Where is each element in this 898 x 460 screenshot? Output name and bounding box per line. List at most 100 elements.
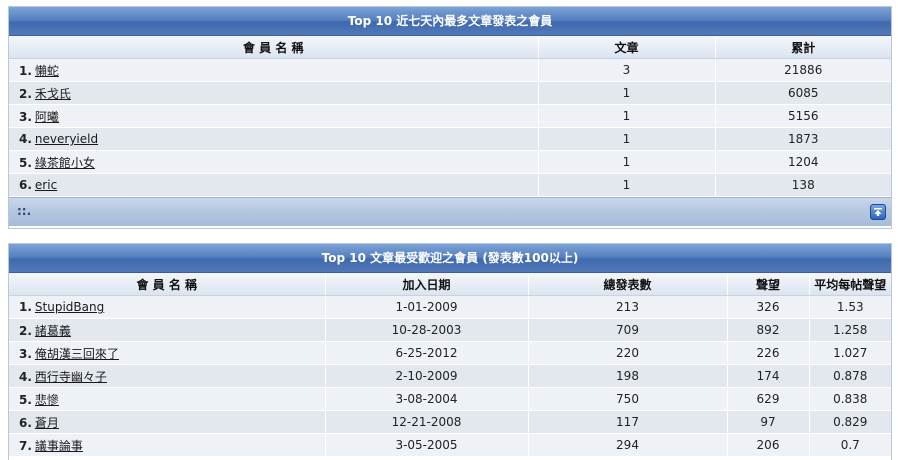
total-posts-cell: 294: [528, 433, 728, 457]
total-posts-cell: 709: [528, 318, 728, 342]
articles-count-cell: 1: [538, 127, 716, 151]
reputation-cell: 206: [727, 433, 810, 457]
reputation-cell: 629: [727, 387, 810, 411]
join-date-cell: 3-05-2005: [325, 433, 529, 457]
avg-reputation-cell: 0.838: [809, 387, 891, 411]
panel-title: Top 10 近七天內最多文章發表之會員: [9, 7, 891, 36]
member-link[interactable]: 綠茶館小女: [35, 156, 95, 170]
table-row: 4. neveryield 1 1873: [9, 127, 891, 151]
table-row: 3. 俺胡漢三回來了 6-25-2012 220 226 1.027: [9, 341, 891, 365]
member-name-cell: 3. 阿曦: [9, 104, 539, 128]
panel-footer: ::.: [9, 197, 891, 226]
total-count-cell: 5156: [715, 104, 891, 128]
member-name-cell: 6. 蒼月: [9, 410, 326, 434]
articles-count-cell: 1: [538, 150, 716, 174]
member-link[interactable]: 議事論事: [35, 439, 83, 453]
avg-reputation-cell: 0.878: [809, 364, 891, 388]
rank-number: 6.: [19, 415, 32, 430]
join-date-cell: 12-21-2008: [325, 410, 529, 434]
avg-reputation-cell: 1.027: [809, 341, 891, 365]
column-header-articles: 文章: [538, 36, 716, 59]
total-count-cell: 1204: [715, 150, 891, 174]
member-link[interactable]: 諸葛義: [35, 324, 71, 338]
column-header-avg-reputation: 平均每帖聲望: [809, 273, 891, 296]
rank-number: 4.: [19, 132, 32, 146]
rank-number: 2.: [19, 323, 32, 338]
member-name-cell: 1. StupidBang: [9, 295, 326, 319]
rank-number: 3.: [19, 109, 32, 124]
member-name-cell: 7. 議事論事: [9, 433, 326, 457]
reputation-cell: 326: [727, 295, 810, 319]
reputation-cell: 97: [727, 410, 810, 434]
member-link[interactable]: 阿曦: [35, 110, 59, 124]
panel-title: Top 10 文章最受歡迎之會員 (發表數100以上): [9, 244, 891, 273]
member-name-cell: 2. 禾戈氏: [9, 81, 539, 105]
table-row: 2. 諸葛義 10-28-2003 709 892 1.258: [9, 318, 891, 342]
total-posts-cell: 750: [528, 387, 728, 411]
total-posts-cell: 117: [528, 410, 728, 434]
member-link[interactable]: eric: [35, 178, 57, 192]
member-link[interactable]: 懶蛇: [35, 64, 59, 78]
column-header-member-name: 會 員 名 稱: [9, 273, 326, 296]
rank-number: 1.: [19, 63, 32, 78]
articles-count-cell: 3: [538, 58, 716, 82]
articles-count-cell: 1: [538, 81, 716, 105]
member-name-cell: 2. 諸葛義: [9, 318, 326, 342]
popular-members-table: 會 員 名 稱 加入日期 總發表數 聲望 平均每帖聲望 1. StupidBang…: [9, 273, 891, 457]
member-link[interactable]: 俺胡漢三回來了: [35, 347, 119, 361]
table-header-row: 會 員 名 稱 加入日期 總發表數 聲望 平均每帖聲望: [9, 273, 891, 296]
table-row: 3. 阿曦 1 5156: [9, 104, 891, 128]
back-to-top-icon: [874, 208, 882, 216]
join-date-cell: 1-01-2009: [325, 295, 529, 319]
back-to-top-button[interactable]: [870, 204, 886, 220]
weekly-top-posters-table: 會 員 名 稱 文章 累計 1. 懶蛇 3 21886 2. 禾戈氏 1 6085 3. 阿曦 1 5…: [9, 36, 891, 197]
column-header-join-date: 加入日期: [325, 273, 529, 296]
table-row: 1. StupidBang 1-01-2009 213 326 1.53: [9, 295, 891, 319]
reputation-cell: 892: [727, 318, 810, 342]
join-date-cell: 2-10-2009: [325, 364, 529, 388]
rank-number: 3.: [19, 346, 32, 361]
table-row: 7. 議事論事 3-05-2005 294 206 0.7: [9, 433, 891, 457]
table-row: 4. 西行寺幽々子 2-10-2009 198 174 0.878: [9, 364, 891, 388]
table-row: 6. eric 1 138: [9, 173, 891, 197]
member-name-cell: 4. neveryield: [9, 127, 539, 151]
rank-number: 1.: [19, 300, 32, 314]
articles-count-cell: 1: [538, 173, 716, 197]
avg-reputation-cell: 1.53: [809, 295, 891, 319]
member-link[interactable]: 悲慘: [35, 393, 59, 407]
total-posts-cell: 220: [528, 341, 728, 365]
total-posts-cell: 213: [528, 295, 728, 319]
rank-number: 5.: [19, 155, 32, 170]
table-row: 6. 蒼月 12-21-2008 117 97 0.829: [9, 410, 891, 434]
footer-dots: ::.: [17, 204, 32, 218]
join-date-cell: 10-28-2003: [325, 318, 529, 342]
weekly-top-posters-panel: Top 10 近七天內最多文章發表之會員 會 員 名 稱 文章 累計 1. 懶蛇 3…: [8, 6, 892, 229]
member-link[interactable]: StupidBang: [35, 300, 104, 314]
member-link[interactable]: neveryield: [35, 132, 98, 146]
table-row: 2. 禾戈氏 1 6085: [9, 81, 891, 105]
member-name-cell: 3. 俺胡漢三回來了: [9, 341, 326, 365]
rank-number: 4.: [19, 369, 32, 384]
reputation-cell: 174: [727, 364, 810, 388]
table-row: 5. 悲慘 3-08-2004 750 629 0.838: [9, 387, 891, 411]
rank-number: 2.: [19, 86, 32, 101]
rank-number: 7.: [19, 438, 32, 453]
rank-number: 5.: [19, 392, 32, 407]
member-link[interactable]: 西行寺幽々子: [35, 370, 107, 384]
reputation-cell: 226: [727, 341, 810, 365]
rank-number: 6.: [19, 178, 32, 192]
column-header-total: 累計: [715, 36, 891, 59]
articles-count-cell: 1: [538, 104, 716, 128]
table-header-row: 會 員 名 稱 文章 累計: [9, 36, 891, 59]
total-count-cell: 6085: [715, 81, 891, 105]
avg-reputation-cell: 1.258: [809, 318, 891, 342]
table-row: 1. 懶蛇 3 21886: [9, 58, 891, 82]
member-link[interactable]: 禾戈氏: [35, 87, 71, 101]
total-count-cell: 21886: [715, 58, 891, 82]
member-name-cell: 5. 綠茶館小女: [9, 150, 539, 174]
member-name-cell: 5. 悲慘: [9, 387, 326, 411]
avg-reputation-cell: 0.829: [809, 410, 891, 434]
total-posts-cell: 198: [528, 364, 728, 388]
column-header-total-posts: 總發表數: [528, 273, 728, 296]
member-link[interactable]: 蒼月: [35, 416, 59, 430]
